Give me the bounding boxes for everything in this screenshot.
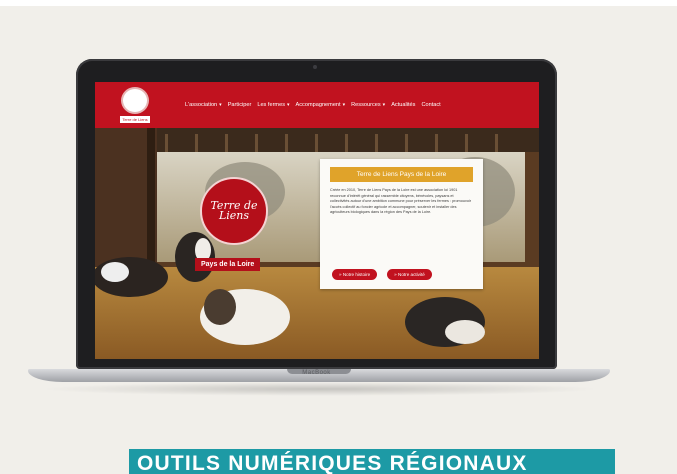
logo-tag: Terre de Liens [120,116,150,123]
nav-item-5[interactable]: Actualités [391,102,415,108]
nav-item-3[interactable]: Accompagnement ▾ [296,102,346,108]
main-menu: L'association ▾ Participer Les fermes ▾ Accom… [185,82,441,128]
nav-item-1[interactable]: Participer [228,102,252,108]
nav-item-label: Contact [421,102,441,108]
chevron-down-icon: ▾ [287,102,290,108]
history-button[interactable]: » Notre histoire [332,269,378,280]
device-brand: MacBook [302,370,331,376]
card-text: Créée en 2010, Terre de Liens Pays de la… [330,188,472,214]
chevron-down-icon: ▾ [219,102,222,108]
chevron-down-icon: ▾ [382,102,386,108]
nav-item-4[interactable]: Ressources ▾ [351,102,385,108]
activity-button[interactable]: » Notre activité [387,269,432,280]
logo-emblem [121,87,149,114]
card-buttons: » Notre histoire » Notre activité [332,269,432,280]
nav-item-label: Accompagnement [295,102,341,108]
activity-button-label: Notre activité [398,272,425,277]
laptop-screen: Terre de Liens L'association ▾ Participer L… [95,82,539,359]
intro-card: Terre de Liens Pays de la Loire Créée en… [320,159,483,289]
top-band [0,0,677,6]
nav-item-6[interactable]: Contact [421,102,440,108]
nav-item-2[interactable]: Les fermes ▾ [257,102,289,108]
site-logo[interactable]: Terre de Liens [117,87,153,123]
nav-item-label: Actualités [391,102,416,108]
hero-logo: Terre de Liens [200,177,268,245]
caption-banner: OUTILS NUMÉRIQUES RÉGIONAUX [129,449,615,474]
nav-item-label: Ressources [351,102,381,108]
card-title: Terre de Liens Pays de la Loire [330,167,473,182]
laptop-shadow [40,382,600,396]
nav-item-label: Les fermes [257,102,285,108]
nav-item-label: Participer [227,102,252,108]
site-navbar: Terre de Liens L'association ▾ Participer L… [95,82,539,128]
history-button-label: Notre histoire [342,272,371,277]
nav-item-label: L'association [185,102,218,108]
region-label: Pays de la Loire [195,258,261,271]
chevron-down-icon: ▾ [342,102,346,108]
nav-item-0[interactable]: L'association ▾ [185,102,222,108]
camera-icon [313,65,317,69]
